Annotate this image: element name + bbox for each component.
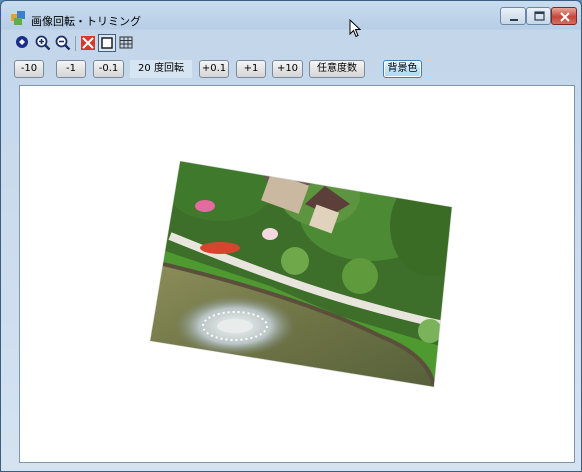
close-button[interactable] xyxy=(551,7,577,25)
rotate-minus-10-button[interactable]: -10 xyxy=(14,60,44,78)
frame-button[interactable] xyxy=(98,34,116,52)
toolbar xyxy=(14,34,570,56)
close-icon xyxy=(560,12,570,22)
zoom-in-icon xyxy=(35,35,51,51)
grid-icon xyxy=(119,36,133,49)
rotate-plus-1-button[interactable]: +1 xyxy=(236,60,266,78)
rotated-photo xyxy=(149,160,453,388)
background-color-button[interactable]: 背景色 xyxy=(383,60,422,78)
grid-button[interactable] xyxy=(118,34,136,52)
zoom-out-button[interactable] xyxy=(54,34,72,52)
minimize-button[interactable] xyxy=(500,7,526,25)
toolbar-separator xyxy=(75,36,76,51)
zoom-in-button[interactable] xyxy=(34,34,52,52)
rotate-minus-1-button[interactable]: -1 xyxy=(56,60,86,78)
arbitrary-degree-button[interactable]: 任意度数 xyxy=(309,60,365,78)
zoom-out-icon xyxy=(55,35,71,51)
maximize-button[interactable] xyxy=(526,7,551,25)
fit-icon xyxy=(16,36,28,48)
crop-icon xyxy=(81,36,95,50)
mouse-cursor-icon xyxy=(349,19,362,38)
frame-icon xyxy=(101,37,113,49)
fit-button[interactable] xyxy=(14,34,32,52)
title-bar[interactable]: 画像回転・トリミング xyxy=(1,1,581,31)
rotation-controls: -10 -1 -0.1 20 度回転 +0.1 +1 +10 任意度数 背景色 xyxy=(14,60,570,80)
crop-button[interactable] xyxy=(79,34,97,52)
rotate-plus-0-1-button[interactable]: +0.1 xyxy=(199,60,229,78)
image-canvas[interactable] xyxy=(19,85,575,463)
rotation-degree-readout: 20 度回転 xyxy=(130,60,192,78)
rotate-minus-0-1-button[interactable]: -0.1 xyxy=(93,60,124,78)
minimize-icon xyxy=(510,19,518,21)
app-icon xyxy=(11,11,25,25)
window-title: 画像回転・トリミング xyxy=(31,15,141,28)
app-window: 画像回転・トリミング -10 -1 -0.1 20 度回転 +0.1 +1 +1… xyxy=(0,0,582,472)
maximize-icon xyxy=(534,11,545,21)
rotate-plus-10-button[interactable]: +10 xyxy=(272,60,303,78)
